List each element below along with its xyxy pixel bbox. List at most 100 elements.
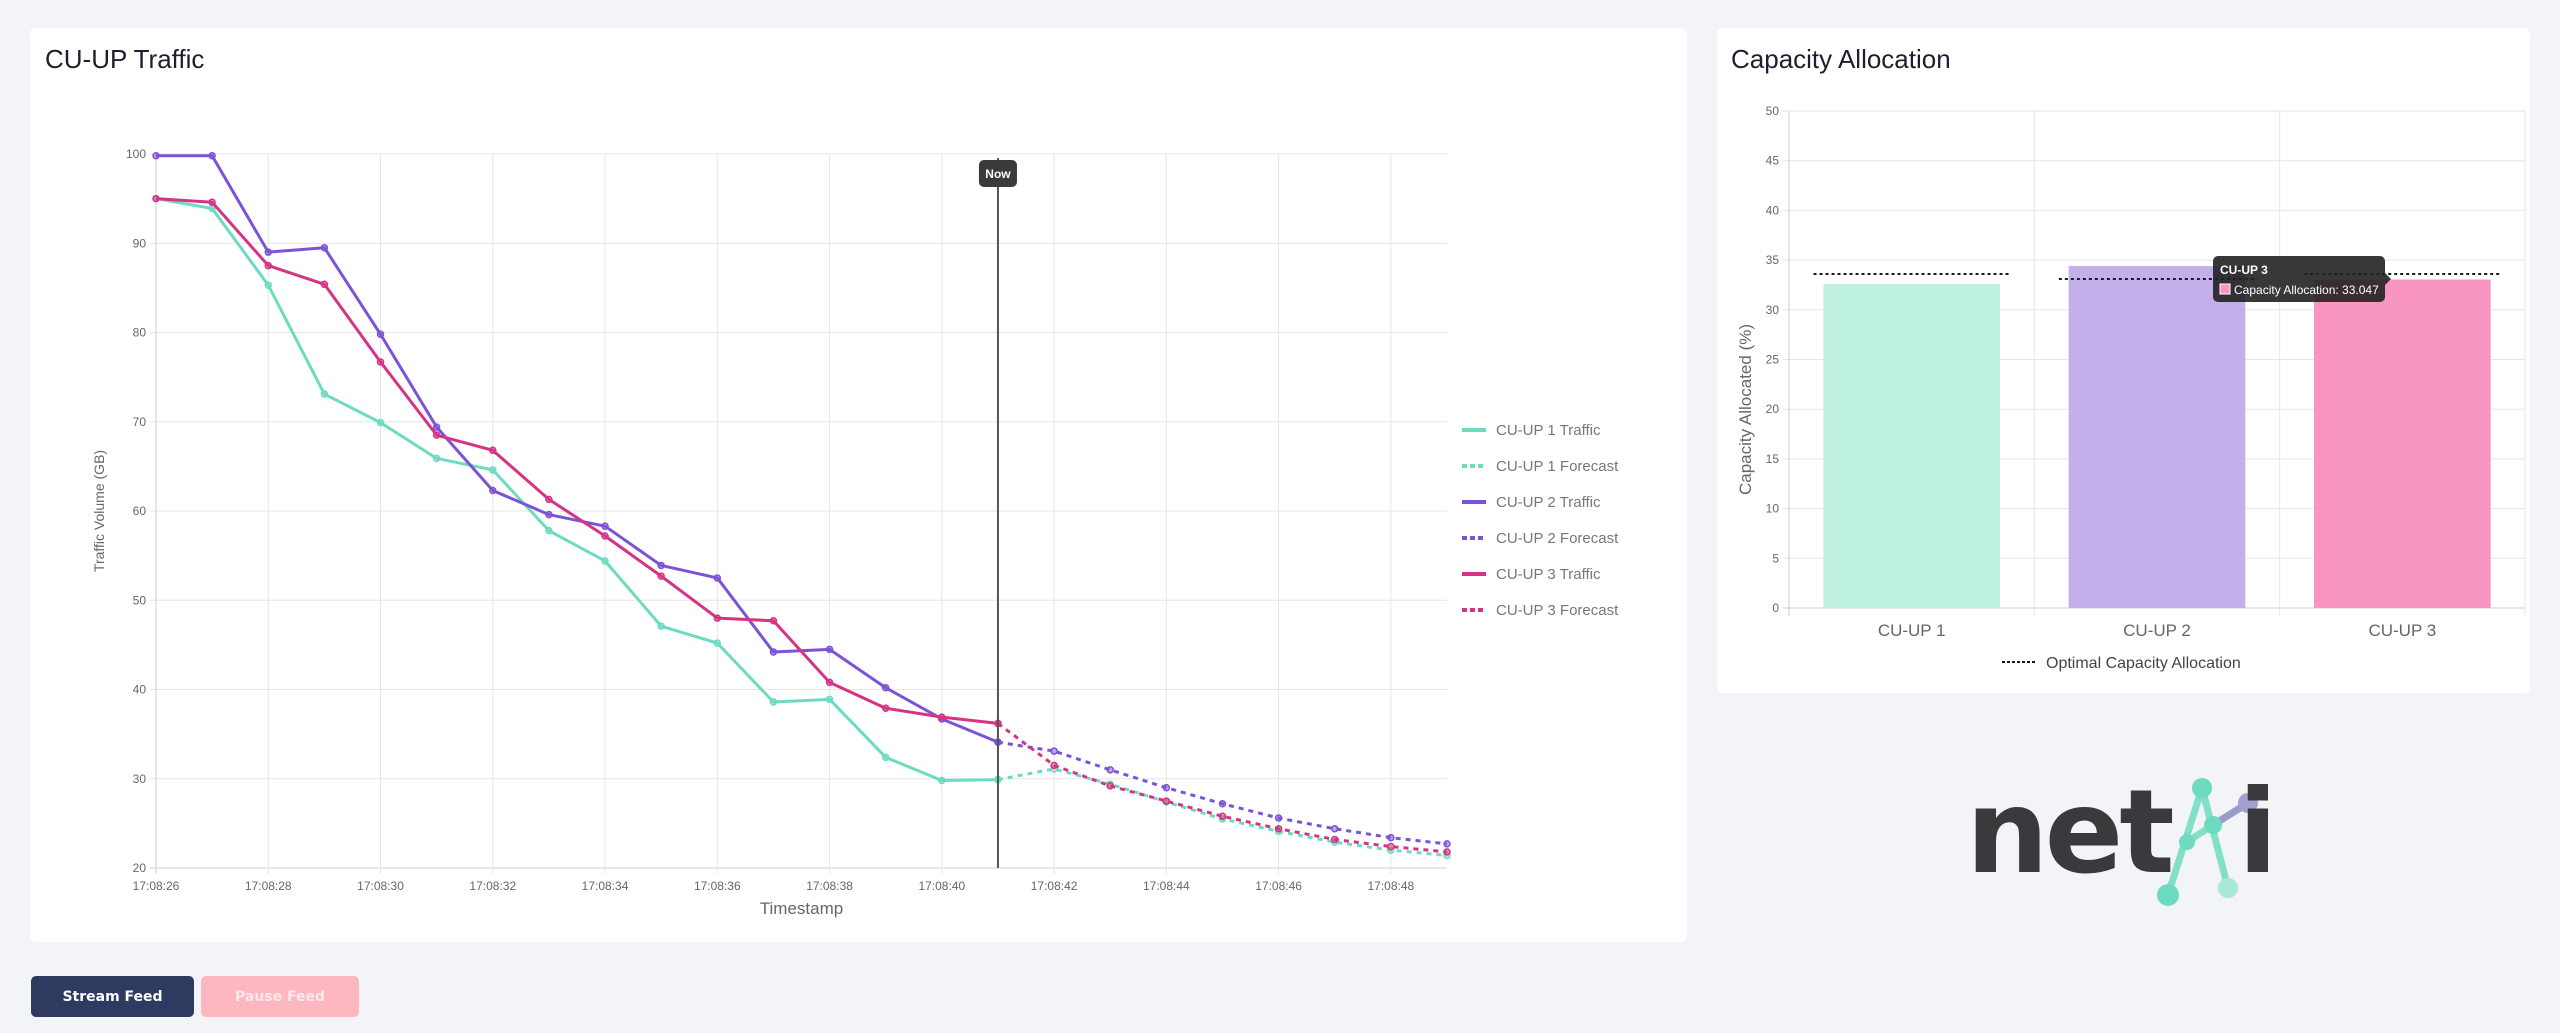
data-point [825, 695, 834, 704]
data-point [264, 281, 273, 289]
legend-label: CU-UP 1 Forecast [1496, 458, 1619, 475]
data-point [1106, 782, 1114, 790]
data-point [208, 198, 216, 206]
bar-cu-up-1 [1823, 283, 2000, 608]
x-tick-label: 17:08:46 [1255, 879, 1302, 893]
legend-label: Optimal Capacity Allocation [2046, 655, 2241, 672]
y-axis-title: Traffic Volume (GB) [91, 450, 107, 572]
legend: Optimal Capacity Allocation [2002, 655, 2241, 672]
y-tick-label: 30 [1766, 303, 1780, 317]
data-point [1443, 848, 1451, 856]
data-point [1218, 799, 1227, 808]
data-point [1274, 814, 1283, 822]
y-tick-label: 0 [1772, 601, 1779, 615]
data-point [1218, 812, 1227, 820]
data-point [545, 510, 553, 519]
data-point [601, 557, 609, 565]
series-line-cu-up-2-forecast [997, 740, 1448, 846]
tooltip-title: CU-UP 3 [2220, 263, 2268, 277]
legend-label: CU-UP 1 Traffic [1496, 422, 1601, 439]
bar-cu-up-2 [2068, 266, 2246, 608]
data-point [1443, 840, 1451, 848]
traffic-line-chart: 20 30 40 50 60 70 80 90 100 17:08:26 17:08:28 17:08… [91, 147, 1619, 918]
series-line-cu-up-1-traffic [155, 197, 998, 783]
data-point [376, 330, 385, 339]
pause-feed-button[interactable]: Pause Feed [201, 976, 359, 1017]
data-point [545, 526, 553, 535]
x-tick-label: CU-UP 1 [1878, 621, 1946, 640]
data-point [769, 617, 778, 625]
y-tick-label: 100 [126, 147, 146, 161]
tooltip: CU-UP 3 Capacity Allocation: 33.047 [2213, 256, 2391, 302]
series-line-cu-up-1-forecast [997, 767, 1448, 857]
legend-label: CU-UP 3 Forecast [1496, 602, 1619, 619]
bars-group [1813, 266, 2501, 608]
data-point [713, 614, 722, 622]
data-point [432, 423, 441, 431]
legend-label: CU-UP 2 Traffic [1496, 494, 1601, 511]
y-tick-label: 50 [1766, 104, 1780, 118]
x-tick-label: CU-UP 3 [2368, 621, 2436, 640]
legend-label: CU-UP 2 Forecast [1496, 530, 1619, 547]
x-tick-label: 17:08:36 [694, 879, 741, 893]
tooltip-swatch [2219, 283, 2231, 295]
data-point [769, 698, 778, 706]
data-point [1330, 824, 1339, 833]
y-tick-label: 20 [133, 861, 147, 875]
data-point [938, 713, 946, 721]
series-group [152, 152, 1451, 860]
data-point [208, 152, 216, 160]
x-tick-label: 17:08:26 [133, 879, 180, 893]
y-tick-label: 20 [1766, 402, 1780, 416]
now-marker: Now [978, 158, 1017, 868]
x-tick-label: 17:08:32 [469, 879, 516, 893]
x-axis-title: Timestamp [760, 899, 843, 918]
data-point [938, 776, 946, 785]
data-point [489, 446, 497, 455]
y-tick-label: 45 [1766, 154, 1780, 168]
y-tick-label: 90 [133, 236, 147, 250]
x-tick-label: 17:08:30 [357, 879, 404, 893]
data-point [601, 532, 609, 540]
series-line-cu-up-3-traffic [155, 197, 999, 725]
data-point [825, 678, 834, 687]
data-point [264, 261, 273, 270]
y-tick-label: 15 [1766, 452, 1780, 466]
x-tick-label: 17:08:34 [582, 879, 629, 893]
y-tick-label: 50 [133, 593, 147, 607]
capacity-card: Capacity Allocation 0 5 10 15 20 25 30 35 40 45 50… [1717, 28, 2530, 693]
x-tick-label: 17:08:40 [918, 879, 965, 893]
data-point [320, 280, 329, 289]
y-tick-label: 5 [1772, 551, 1779, 565]
data-point [1050, 747, 1058, 755]
data-point [432, 454, 441, 463]
traffic-card: CU-UP Traffic 20 30 40 50 60 70 80 90 100 17:08:2… [30, 28, 1687, 942]
data-point [881, 753, 890, 762]
x-tick-label: 17:08:42 [1031, 879, 1078, 893]
x-tick-label: 17:08:44 [1143, 879, 1190, 893]
x-tick-label: 17:08:38 [806, 879, 853, 893]
data-point [1387, 842, 1395, 851]
y-tick-label: 40 [133, 683, 147, 697]
data-point [881, 683, 890, 692]
now-label: Now [985, 167, 1011, 181]
logo-i: i [2238, 765, 2278, 900]
data-point [1106, 766, 1114, 774]
data-point [713, 639, 722, 647]
stream-feed-button[interactable]: Stream Feed [31, 976, 194, 1017]
y-tick-label: 70 [133, 415, 147, 429]
legend: CU-UP 1 Traffic CU-UP 1 Forecast CU-UP 2 T… [1462, 422, 1619, 619]
data-point [825, 645, 834, 654]
data-point [1162, 797, 1171, 805]
netai-logo: net i [1960, 770, 2300, 920]
data-point [320, 243, 329, 252]
data-point [657, 561, 665, 570]
data-point [1387, 833, 1395, 842]
y-tick-label: 25 [1766, 353, 1780, 367]
data-point [1274, 824, 1283, 833]
data-point [1330, 835, 1339, 844]
data-point [152, 152, 160, 160]
data-point [152, 194, 160, 203]
data-point [769, 648, 778, 656]
y-tick-label: 30 [133, 772, 147, 786]
